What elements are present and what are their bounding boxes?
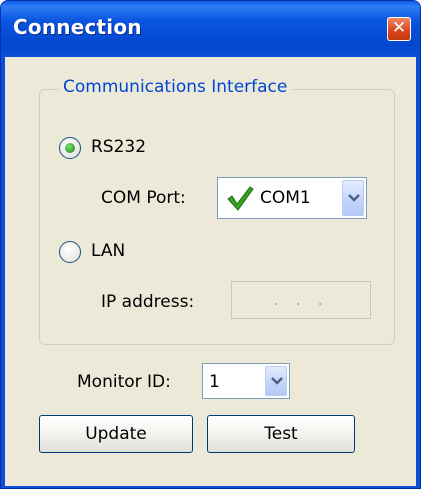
ip-address-label: IP address: [101,292,195,312]
monitor-id-dropdown[interactable]: 1 [202,363,290,399]
title-bar[interactable]: Connection ✕ [1,1,420,57]
com-port-dropdown[interactable]: COM1 [217,177,367,219]
lan-label[interactable]: LAN [91,241,125,261]
rs232-label[interactable]: RS232 [91,137,146,157]
group-legend: Communications Interface [59,77,292,97]
com-port-value: COM1 [260,188,311,208]
com-port-label: COM Port: [101,188,186,208]
close-button[interactable]: ✕ [387,17,411,41]
dialog-body: Communications Interface RS232 COM Port:… [5,57,416,486]
monitor-id-value: 1 [209,372,220,392]
test-button[interactable]: Test [207,415,355,453]
update-button[interactable]: Update [39,415,193,453]
close-icon: ✕ [391,18,407,38]
com-port-dropdown-button[interactable] [342,180,364,216]
monitor-id-label: Monitor ID: [77,372,171,392]
monitor-id-dropdown-button[interactable] [265,366,287,396]
chevron-down-icon [348,194,360,202]
green-checkmark-icon [227,186,254,211]
lan-radio[interactable] [59,241,81,263]
connection-dialog: Connection ✕ Communications Interface RS… [0,0,421,489]
ip-address-field[interactable]: . . . [231,281,371,319]
window-title: Connection [13,15,142,39]
chevron-down-icon [271,377,283,385]
ip-address-value: . . . [273,290,329,309]
rs232-radio[interactable] [59,137,81,159]
radio-selected-dot [65,143,75,153]
